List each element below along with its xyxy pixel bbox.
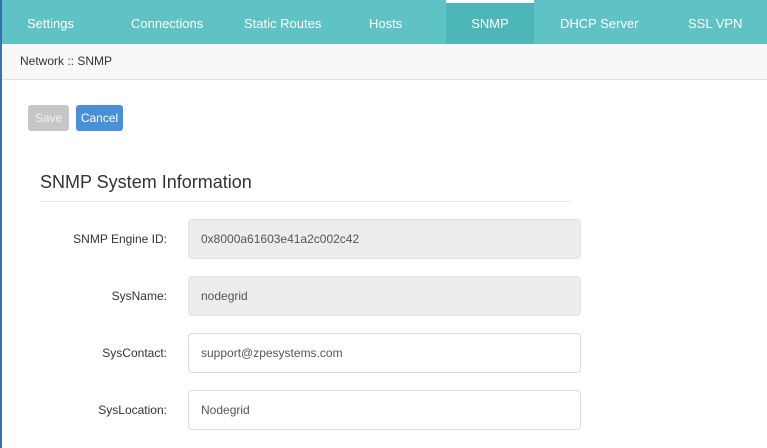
tab-ssl-vpn[interactable]: SSL VPN xyxy=(688,0,742,44)
sysname-field[interactable] xyxy=(188,276,581,316)
tab-dhcp-server[interactable]: DHCP Server xyxy=(560,0,639,44)
engine-id-field[interactable] xyxy=(188,219,581,259)
save-button[interactable]: Save xyxy=(28,105,69,131)
breadcrumb-bar: Network :: SNMP xyxy=(2,44,767,80)
tab-settings[interactable]: Settings xyxy=(27,0,74,44)
syslocation-field[interactable] xyxy=(188,390,581,430)
syscontact-field[interactable] xyxy=(188,333,581,373)
tab-hosts[interactable]: Hosts xyxy=(369,0,402,44)
cancel-button[interactable]: Cancel xyxy=(76,105,123,131)
tab-snmp[interactable]: SNMP xyxy=(446,0,534,44)
breadcrumb: Network :: SNMP xyxy=(20,54,113,68)
engine-id-label: SNMP Engine ID: xyxy=(73,232,167,246)
tab-connections[interactable]: Connections xyxy=(131,0,203,44)
app-frame: Settings Connections Static Routes Hosts… xyxy=(0,0,767,448)
syslocation-label: SysLocation: xyxy=(98,403,167,417)
syscontact-label: SysContact: xyxy=(102,346,167,360)
section-divider xyxy=(40,201,570,202)
tab-static-routes[interactable]: Static Routes xyxy=(244,0,321,44)
section-title: SNMP System Information xyxy=(40,172,252,192)
top-tab-bar: Settings Connections Static Routes Hosts… xyxy=(2,0,767,44)
sysname-label: SysName: xyxy=(111,289,167,303)
